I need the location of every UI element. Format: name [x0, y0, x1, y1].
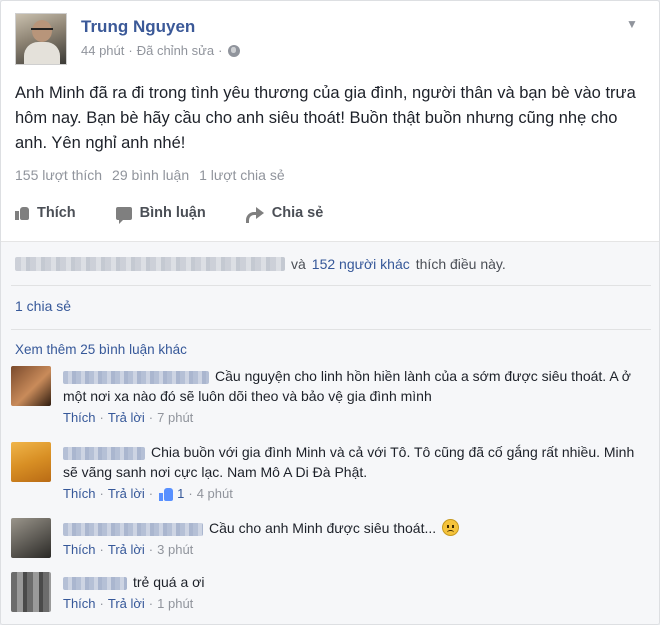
comment-like-link[interactable]: Thích: [63, 408, 96, 428]
comment-item: Chia buồn với gia đình Minh và cả với Tô…: [11, 442, 651, 506]
globe-icon[interactable]: [228, 44, 241, 57]
comment-item: Cầu nguyện cho linh hồn hiền lành của a …: [11, 366, 651, 430]
meta-separator: ·: [128, 43, 133, 58]
comment-meta: Thích · Trả lời · 1 · 4 phút: [63, 484, 643, 504]
meta-dot: ·: [99, 596, 104, 611]
divider: [11, 329, 651, 330]
comment-like-count[interactable]: 1: [177, 484, 184, 504]
like-icon: [15, 206, 29, 220]
post-time[interactable]: 44 phút: [81, 43, 124, 58]
comment-time[interactable]: 7 phút: [157, 408, 193, 428]
view-more-comments-link[interactable]: Xem thêm 25 bình luận khác: [15, 342, 187, 357]
meta-dot: ·: [148, 596, 154, 611]
comment-reply-link[interactable]: Trả lời: [108, 540, 145, 560]
action-bar: Thích Bình luận Chia sẻ: [15, 205, 363, 224]
comment-button-label: Bình luận: [139, 205, 206, 221]
comment-text-block: Chia buồn với gia đình Minh và cả với Tô…: [63, 442, 643, 482]
comment-text-block: Cầu cho anh Minh được siêu thoát...: [63, 518, 643, 538]
share-icon: [245, 206, 264, 223]
comment-button[interactable]: Bình luận: [115, 205, 206, 224]
author-avatar[interactable]: [15, 13, 67, 65]
post-header: Trung Nguyen 44 phút · Đã chỉnh sửa · ▼: [15, 13, 645, 65]
commenter-name-redacted[interactable]: [63, 370, 209, 384]
commenter-avatar[interactable]: [11, 572, 51, 612]
commenter-avatar[interactable]: [11, 518, 51, 558]
post-counts: 155 lượt thích 29 bình luận 1 lượt chia …: [15, 167, 285, 183]
likers-names-redacted: [15, 257, 285, 271]
comment-meta: Thích · Trả lời · 1 phút: [63, 594, 643, 614]
likers-suffix: thích điều này.: [415, 256, 506, 272]
comment-meta: Thích · Trả lời · 3 phút: [63, 540, 643, 560]
feedback-section: và 152 người khác thích điều này. 1 chia…: [1, 241, 659, 624]
meta-dot: ·: [188, 486, 193, 501]
commenter-avatar[interactable]: [11, 366, 51, 406]
comment-text: Cầu cho anh Minh được siêu thoát...: [209, 520, 437, 536]
comment-time[interactable]: 4 phút: [197, 484, 233, 504]
comment-meta: Thích · Trả lời · 7 phút: [63, 408, 643, 428]
edited-label[interactable]: Đã chỉnh sửa: [137, 43, 214, 58]
meta-dot: ·: [148, 486, 154, 501]
likers-prefix: và: [291, 256, 306, 272]
comments-count[interactable]: 29 bình luận: [112, 167, 189, 183]
share-button-label: Chia sẻ: [271, 205, 324, 221]
like-button-label: Thích: [37, 205, 76, 221]
author-name[interactable]: Trung Nguyen: [81, 17, 195, 37]
comment-like-link[interactable]: Thích: [63, 540, 96, 560]
comment-text-block: Cầu nguyện cho linh hồn hiền lành của a …: [63, 366, 643, 406]
meta-dot: ·: [99, 542, 104, 557]
chevron-down-icon[interactable]: ▼: [625, 17, 639, 31]
comment-like-link[interactable]: Thích: [63, 484, 96, 504]
comment-reply-link[interactable]: Trả lời: [108, 484, 145, 504]
comment-body: Chia buồn với gia đình Minh và cả với Tô…: [63, 442, 643, 504]
comment-item: Cầu cho anh Minh được siêu thoát... Thíc…: [11, 518, 651, 562]
post-card: Trung Nguyen 44 phút · Đã chỉnh sửa · ▼ …: [0, 0, 660, 625]
thumbs-up-icon[interactable]: [159, 487, 174, 501]
like-button[interactable]: Thích: [15, 205, 76, 221]
comment-text-block: trẻ quá a ơi: [63, 572, 643, 592]
comment-reply-link[interactable]: Trả lời: [108, 594, 145, 614]
comment-reply-link[interactable]: Trả lời: [108, 408, 145, 428]
comment-time[interactable]: 1 phút: [157, 594, 193, 614]
meta-separator-2: ·: [218, 43, 223, 58]
likes-count[interactable]: 155 lượt thích: [15, 167, 102, 183]
meta-dot: ·: [148, 410, 154, 425]
commenter-name-redacted[interactable]: [63, 522, 203, 536]
share-button[interactable]: Chia sẻ: [245, 205, 324, 223]
comment-text: Chia buồn với gia đình Minh và cả với Tô…: [63, 444, 635, 480]
post-meta: 44 phút · Đã chỉnh sửa ·: [81, 43, 241, 58]
shares-link[interactable]: 1 chia sẻ: [15, 298, 71, 314]
meta-dot: ·: [148, 542, 154, 557]
sad-face-emoji-icon: [442, 519, 460, 536]
comment-body: trẻ quá a ơi Thích · Trả lời · 1 phút: [63, 572, 643, 614]
likers-summary: và 152 người khác thích điều này.: [15, 256, 506, 272]
comment-item: trẻ quá a ơi Thích · Trả lời · 1 phút: [11, 572, 651, 616]
comment-body: Cầu cho anh Minh được siêu thoát... Thíc…: [63, 518, 643, 560]
likers-others-link[interactable]: 152 người khác: [312, 256, 410, 272]
comment-body: Cầu nguyện cho linh hồn hiền lành của a …: [63, 366, 643, 428]
shares-count[interactable]: 1 lượt chia sẻ: [199, 167, 284, 183]
commenter-name-redacted[interactable]: [63, 576, 127, 590]
commenter-avatar[interactable]: [11, 442, 51, 482]
divider: [11, 285, 651, 286]
comment-like-link[interactable]: Thích: [63, 594, 96, 614]
meta-dot: ·: [99, 410, 104, 425]
comment-time[interactable]: 3 phút: [157, 540, 193, 560]
commenter-name-redacted[interactable]: [63, 446, 145, 460]
comment-icon: [115, 206, 132, 224]
post-text: Anh Minh đã ra đi trong tình yêu thương …: [15, 84, 636, 152]
meta-dot: ·: [99, 486, 104, 501]
comment-text: trẻ quá a ơi: [133, 574, 205, 590]
